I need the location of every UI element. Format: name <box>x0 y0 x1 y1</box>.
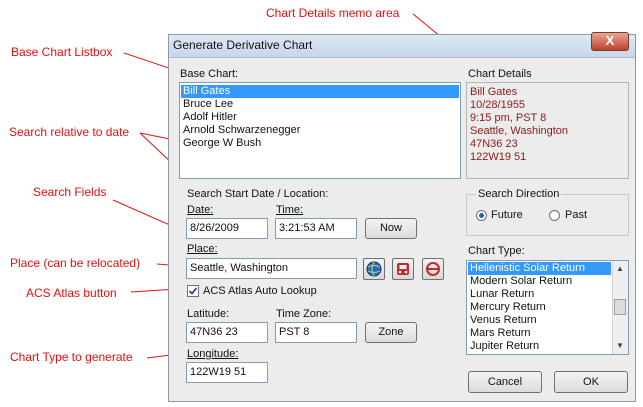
base-chart-item[interactable]: Bill Gates <box>181 85 459 98</box>
chart-details-memo: Bill Gates 10/28/1955 9:15 pm, PST 8 Sea… <box>466 82 629 179</box>
time-label: Time: <box>276 204 304 216</box>
chart-details-line: Bill Gates <box>470 86 518 98</box>
latitude-label: Latitude: <box>187 308 230 320</box>
past-radio-label: Past <box>565 209 588 221</box>
chart-type-item[interactable]: Mercury Return <box>468 301 611 314</box>
car-icon <box>397 263 409 275</box>
chart-type-item[interactable]: Venus Return <box>468 314 611 327</box>
title-bar[interactable]: Generate Derivative Chart X <box>169 32 635 58</box>
acs-atlas-button[interactable] <box>363 258 385 280</box>
chart-type-items: Hellenistic Solar Return Modern Solar Re… <box>468 262 611 353</box>
past-radio[interactable] <box>549 210 560 221</box>
base-chart-listbox[interactable]: Bill Gates Bruce Lee Adolf Hitler Arnold… <box>179 82 461 179</box>
annotation-search-fields: Search Fields <box>33 185 107 199</box>
dialog-window: Generate Derivative Chart X Base Chart: … <box>168 32 636 402</box>
chart-type-scrollbar[interactable]: ▲ ▼ <box>612 261 628 354</box>
chart-type-item[interactable]: Hellenistic Solar Return <box>468 262 611 275</box>
chart-details-line: 122W19 51 <box>470 151 527 163</box>
longitude-field[interactable]: 122W19 51 <box>186 362 268 383</box>
zone-button[interactable]: Zone <box>365 322 417 343</box>
date-field[interactable]: 8/26/2009 <box>186 218 268 239</box>
clear-place-button[interactable] <box>422 258 444 280</box>
place-field[interactable]: Seattle, Washington <box>186 258 357 279</box>
scroll-up-icon[interactable]: ▲ <box>616 264 624 273</box>
base-chart-label: Base Chart: <box>180 68 239 80</box>
timezone-label: Time Zone: <box>276 308 332 320</box>
chart-type-item[interactable]: Jupiter Return <box>468 340 611 353</box>
place-label: Place: <box>187 243 218 255</box>
longitude-label: Longitude: <box>187 348 239 360</box>
base-chart-item[interactable]: Adolf Hitler <box>181 111 459 124</box>
window-title: Generate Derivative Chart <box>173 38 313 52</box>
future-radio-label: Future <box>491 209 523 221</box>
search-direction-label: Search Direction <box>476 188 562 200</box>
close-button[interactable]: X <box>591 32 629 51</box>
chart-details-line: 47N36 23 <box>470 138 518 150</box>
chart-type-listbox[interactable]: Hellenistic Solar Return Modern Solar Re… <box>466 260 629 355</box>
scroll-thumb[interactable] <box>614 299 626 315</box>
annotation-atlas: ACS Atlas button <box>26 286 117 300</box>
ok-button[interactable]: OK <box>554 371 628 393</box>
chart-type-item[interactable]: Lunar Return <box>468 288 611 301</box>
no-entry-icon <box>426 262 440 276</box>
annotation-charttype: Chart Type to generate <box>10 350 133 364</box>
now-button[interactable]: Now <box>365 218 417 239</box>
atlas-auto-lookup-label: ACS Atlas Auto Lookup <box>203 285 317 297</box>
date-label: Date: <box>187 204 214 216</box>
chart-details-line: 10/28/1955 <box>470 99 526 111</box>
base-chart-item[interactable]: Arnold Schwarzenegger <box>181 124 459 137</box>
chart-type-item[interactable]: Mars Return <box>468 327 611 340</box>
future-radio[interactable] <box>476 210 487 221</box>
chart-details-line: Seattle, Washington <box>470 125 569 137</box>
latitude-field[interactable]: 47N36 23 <box>186 322 268 343</box>
annotation-place: Place (can be relocated) <box>10 256 141 270</box>
chart-details-line: 9:15 pm, PST 8 <box>470 112 547 124</box>
chart-type-label: Chart Type: <box>468 245 525 257</box>
base-chart-item[interactable]: Bruce Lee <box>181 98 459 111</box>
relocate-button[interactable] <box>392 258 414 280</box>
annotation-memo: Chart Details memo area <box>266 6 400 20</box>
globe-icon <box>366 261 382 277</box>
timezone-field[interactable]: PST 8 <box>275 322 357 343</box>
chart-details-label: Chart Details <box>468 68 532 80</box>
search-group-label: Search Start Date / Location: <box>187 188 329 200</box>
base-chart-item[interactable]: George W Bush <box>181 137 459 150</box>
atlas-auto-lookup-checkbox[interactable] <box>187 285 199 297</box>
checkmark-icon <box>188 287 198 295</box>
annotation-listbox: Base Chart Listbox <box>11 45 113 59</box>
chart-type-item[interactable]: Modern Solar Return <box>468 275 611 288</box>
time-field[interactable]: 3:21:53 AM <box>275 218 357 239</box>
annotation-search-relative: Search relative to date <box>9 125 130 139</box>
scroll-down-icon[interactable]: ▼ <box>616 341 624 350</box>
cancel-button[interactable]: Cancel <box>468 371 542 393</box>
